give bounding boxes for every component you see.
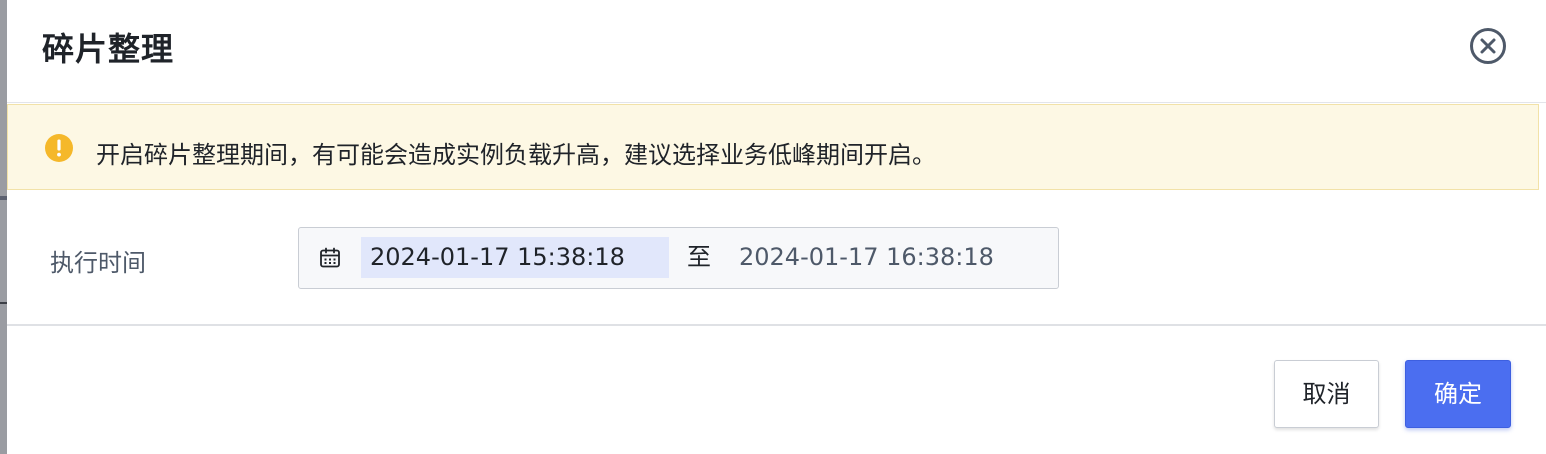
alert-message: 开启碎片整理期间，有可能会造成实例负载升高，建议选择业务低峰期间开启。 xyxy=(96,141,936,169)
range-end-input[interactable]: 2024-01-17 16:38:18 xyxy=(739,237,994,278)
exclamation-circle-icon xyxy=(45,134,73,162)
backdrop-mark xyxy=(0,196,7,200)
dialog-header: 碎片整理 xyxy=(7,0,1546,103)
close-button[interactable] xyxy=(1468,26,1508,66)
backdrop-overlay xyxy=(0,0,7,454)
range-start-input[interactable]: 2024-01-17 15:38:18 xyxy=(361,237,669,278)
defragment-dialog: 碎片整理 开启碎片整理期间，有可能会造成实例负载升高，建议选择业务低峰期间开启。… xyxy=(7,0,1546,454)
cancel-button[interactable]: 取消 xyxy=(1274,360,1379,428)
dialog-title: 碎片整理 xyxy=(42,30,175,68)
confirm-button[interactable]: 确定 xyxy=(1405,360,1511,428)
exec-time-label: 执行时间 xyxy=(50,249,146,277)
calendar-icon xyxy=(320,247,340,268)
close-circle-icon xyxy=(1470,28,1506,64)
warning-alert: 开启碎片整理期间，有可能会造成实例负载升高，建议选择业务低峰期间开启。 xyxy=(7,104,1539,190)
range-separator: 至 xyxy=(687,243,711,271)
backdrop-mark xyxy=(0,302,7,304)
footer-divider xyxy=(7,324,1546,326)
datetime-range-picker[interactable]: 2024-01-17 15:38:18 至 2024-01-17 16:38:1… xyxy=(298,227,1059,289)
